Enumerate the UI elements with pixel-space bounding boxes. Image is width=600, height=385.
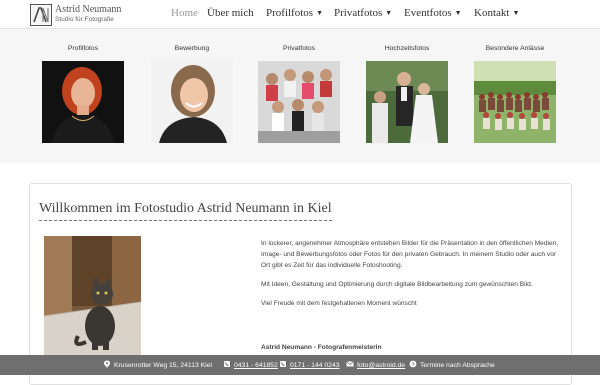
brand-name[interactable]: Astrid Neumann	[55, 4, 121, 15]
gallery-band: Profilfotos Bewerbung Privatfotos Hochze…	[0, 29, 600, 163]
cat-photo	[44, 236, 141, 358]
site-header: Astrid Neumann Studio für Fotografie Hom…	[0, 0, 600, 29]
portrait-woman-smiling-photo[interactable]	[151, 61, 233, 143]
nav-profilfotos[interactable]: Profilfotos ▼	[266, 7, 323, 19]
footer-hours: Termine nach Absprache	[409, 360, 495, 369]
chevron-down-icon: ▼	[385, 9, 393, 17]
nav-ueber-mich[interactable]: Über mich	[207, 7, 254, 19]
signature: Astrid Neumann - Fotografenmeisterin	[261, 344, 382, 351]
intro-paragraph: Viel Freude mit dem festgehaltenen Momen…	[261, 300, 417, 307]
envelope-icon	[346, 361, 354, 367]
nav-home[interactable]: Home	[171, 7, 198, 19]
phone-icon	[280, 361, 286, 367]
nav-privatfotos[interactable]: Privatfotos ▼	[334, 7, 392, 19]
gallery-label[interactable]: Besondere Anlässe	[467, 45, 563, 52]
location-pin-icon	[104, 360, 110, 368]
intro-paragraph: In lockerer, angenehmer Atmosphäre entst…	[261, 240, 559, 269]
intro-paragraph: Mit Ideen, Gestaltung und Optimierung du…	[261, 281, 533, 288]
chevron-down-icon: ▼	[316, 9, 323, 17]
logo-icon[interactable]	[30, 4, 52, 26]
clock-icon	[409, 360, 417, 368]
nav-eventfotos[interactable]: Eventfotos ▼	[404, 7, 462, 19]
gallery-label[interactable]: Hochzeitsfotos	[359, 45, 455, 52]
brand-subtitle: Studio für Fotografie	[55, 16, 114, 23]
gallery-label[interactable]: Bewerbung	[144, 45, 240, 52]
wedding-couple-photo[interactable]	[366, 61, 448, 143]
large-group-outdoor-photo[interactable]	[474, 61, 556, 143]
nav-kontakt[interactable]: Kontakt ▼	[474, 7, 519, 19]
group-of-women-photo[interactable]	[258, 61, 340, 143]
footer-address: Krusenrotter Weg 15, 24113 Kiel	[103, 360, 212, 369]
intro-text: In lockerer, angenehmer Atmosphäre entst…	[261, 238, 559, 317]
phone-icon	[224, 361, 230, 367]
chevron-down-icon: ▼	[454, 9, 462, 17]
portrait-woman-red-hair-photo[interactable]	[42, 61, 124, 143]
footer-phone-1[interactable]: 0431 - 641852	[223, 360, 278, 369]
page-title: Willkommen im Fotostudio Astrid Neumann …	[39, 201, 332, 221]
gallery-label[interactable]: Privatfotos	[251, 45, 347, 52]
gallery-label[interactable]: Profilfotos	[35, 45, 131, 52]
chevron-down-icon: ▼	[512, 9, 520, 17]
contact-footer: Krusenrotter Weg 15, 24113 Kiel 0431 - 6…	[0, 355, 600, 375]
footer-phone-2[interactable]: 0171 - 144 0243	[279, 360, 340, 369]
footer-email[interactable]: foto@astroid.de	[346, 360, 405, 369]
